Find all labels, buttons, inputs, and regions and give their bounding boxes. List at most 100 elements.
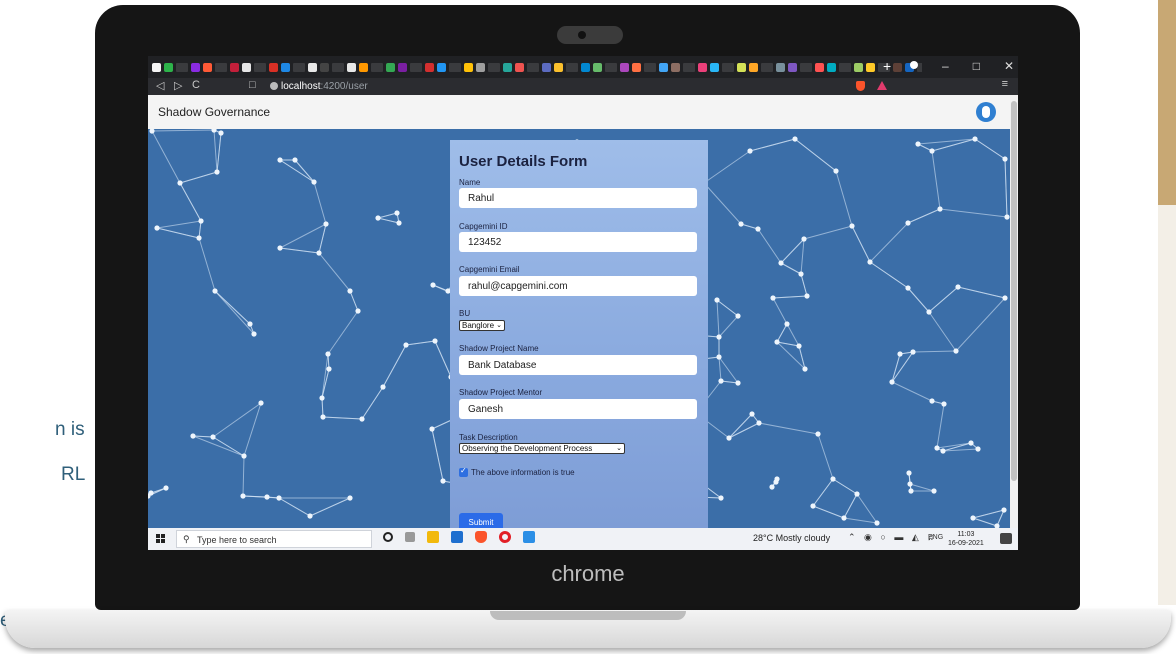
cortana-icon[interactable] bbox=[383, 532, 393, 542]
tab-favicon-icon[interactable] bbox=[866, 62, 875, 72]
tab-title[interactable] bbox=[332, 62, 344, 72]
tab-title[interactable] bbox=[839, 62, 851, 72]
tab-title[interactable] bbox=[722, 62, 734, 72]
tab-favicon-icon[interactable] bbox=[854, 62, 863, 72]
tab-title[interactable] bbox=[800, 62, 812, 72]
tab-favicon-icon[interactable] bbox=[191, 62, 200, 72]
submit-button[interactable]: Submit bbox=[459, 513, 503, 528]
tab-favicon-icon[interactable] bbox=[671, 62, 680, 72]
tab-favicon-icon[interactable] bbox=[230, 62, 239, 72]
vscode-icon[interactable] bbox=[523, 531, 535, 543]
tab-title[interactable] bbox=[176, 62, 188, 72]
tab-favicon-icon[interactable] bbox=[788, 62, 797, 72]
tab-favicon-icon[interactable] bbox=[581, 62, 590, 72]
project-name-input[interactable] bbox=[459, 355, 697, 375]
tab-favicon-icon[interactable] bbox=[308, 62, 317, 72]
taskbar-search-input[interactable]: ⚲ Type here to search bbox=[176, 530, 372, 548]
brave-rewards-icon[interactable] bbox=[877, 81, 887, 90]
site-info-icon[interactable] bbox=[270, 82, 278, 90]
capgemini-id-input[interactable] bbox=[459, 232, 697, 252]
tab-favicon-icon[interactable] bbox=[503, 62, 512, 72]
forward-button[interactable]: ▷ bbox=[174, 79, 182, 92]
new-tab-button[interactable]: + bbox=[883, 58, 891, 74]
confirm-checkbox[interactable]: ✓ bbox=[459, 466, 468, 477]
tab-favicon-icon[interactable] bbox=[542, 62, 551, 72]
close-window-button[interactable]: ✕ bbox=[1004, 59, 1014, 73]
tab-title[interactable] bbox=[527, 62, 539, 72]
system-tray-icons[interactable]: ⌃ ◉ ○ ▬ ◭ ♫ bbox=[848, 532, 937, 543]
tab-title[interactable] bbox=[644, 62, 656, 72]
tab-title[interactable] bbox=[293, 62, 305, 72]
windows-start-icon[interactable] bbox=[156, 534, 166, 544]
tab-title[interactable] bbox=[254, 62, 266, 72]
tab-favicon-icon[interactable] bbox=[776, 62, 785, 72]
tab-favicon-icon[interactable] bbox=[164, 62, 173, 72]
notification-icon[interactable] bbox=[1000, 533, 1012, 544]
maximize-button[interactable]: □ bbox=[973, 59, 980, 73]
network-node bbox=[784, 321, 790, 327]
tab-favicon-icon[interactable] bbox=[515, 62, 524, 72]
tab-favicon-icon[interactable] bbox=[437, 62, 446, 72]
tab-favicon-icon[interactable] bbox=[815, 62, 824, 72]
weather-widget[interactable]: 28°C Mostly cloudy bbox=[753, 533, 830, 543]
tab-title[interactable] bbox=[566, 62, 578, 72]
tab-favicon-icon[interactable] bbox=[152, 62, 161, 72]
mail-icon[interactable] bbox=[451, 531, 463, 543]
tab-favicon-icon[interactable] bbox=[737, 62, 746, 72]
task-description-select[interactable]: Observing the Development Process ⌄ bbox=[459, 443, 625, 454]
tab-favicon-icon[interactable] bbox=[593, 62, 602, 72]
tab-favicon-icon[interactable] bbox=[359, 62, 368, 72]
tab-favicon-icon[interactable] bbox=[632, 62, 641, 72]
tab-favicon-icon[interactable] bbox=[893, 62, 902, 72]
tab-favicon-icon[interactable] bbox=[554, 62, 563, 72]
tab-favicon-icon[interactable] bbox=[347, 62, 356, 72]
tab-favicon-icon[interactable] bbox=[386, 62, 395, 72]
tab-favicon-icon[interactable] bbox=[203, 62, 212, 72]
url-field[interactable]: □ localhost:4200/user bbox=[249, 79, 865, 94]
tab-title[interactable] bbox=[371, 62, 383, 72]
tab-favicon-icon[interactable] bbox=[749, 62, 758, 72]
tab-favicon-icon[interactable] bbox=[827, 62, 836, 72]
tab-favicon-icon[interactable] bbox=[659, 62, 668, 72]
language-indicator[interactable]: ENG bbox=[928, 534, 943, 541]
tab-title[interactable] bbox=[215, 62, 227, 72]
tab-favicon-icon[interactable] bbox=[398, 62, 407, 72]
tab-title[interactable] bbox=[410, 62, 422, 72]
tab-title[interactable] bbox=[449, 62, 461, 72]
task-view-icon[interactable] bbox=[405, 532, 415, 542]
tab-title[interactable] bbox=[605, 62, 617, 72]
tab-favicon-icon[interactable] bbox=[320, 62, 329, 72]
brave-browser-icon[interactable] bbox=[475, 531, 487, 543]
email-input[interactable] bbox=[459, 276, 697, 296]
browser-menu-icon[interactable]: ≡ bbox=[1002, 78, 1008, 90]
network-link bbox=[794, 138, 837, 172]
tab-favicon-icon[interactable] bbox=[242, 62, 251, 72]
bu-select[interactable]: Banglore ⌄ bbox=[459, 320, 505, 331]
clock[interactable]: 11:03 16-09-2021 bbox=[948, 530, 984, 548]
back-button[interactable]: ◁ bbox=[156, 79, 164, 92]
tab-favicon-icon[interactable] bbox=[269, 62, 278, 72]
brave-shield-icon[interactable] bbox=[856, 81, 865, 91]
page-scrollbar[interactable] bbox=[1010, 95, 1018, 528]
opera-icon[interactable] bbox=[499, 531, 511, 543]
tab-title[interactable] bbox=[761, 62, 773, 72]
user-avatar[interactable] bbox=[976, 102, 996, 122]
tab-favicon-icon[interactable] bbox=[464, 62, 473, 72]
file-explorer-icon[interactable] bbox=[427, 531, 439, 543]
reload-button[interactable]: C bbox=[192, 79, 200, 91]
tab-favicon-icon[interactable] bbox=[425, 62, 434, 72]
tab-title[interactable] bbox=[683, 62, 695, 72]
tab-title[interactable] bbox=[488, 62, 500, 72]
bookmark-icon[interactable]: □ bbox=[249, 79, 256, 91]
name-input[interactable] bbox=[459, 188, 697, 208]
tab-favicon-icon[interactable] bbox=[476, 62, 485, 72]
tab-favicon-icon[interactable] bbox=[710, 62, 719, 72]
project-mentor-input[interactable] bbox=[459, 399, 697, 419]
tab-favicon-icon[interactable] bbox=[281, 62, 290, 72]
tab-favicon-icon[interactable] bbox=[698, 62, 707, 72]
tab-favicon-icon[interactable] bbox=[620, 62, 629, 72]
scrollbar-thumb[interactable] bbox=[1011, 101, 1017, 481]
profile-dot-icon[interactable] bbox=[910, 61, 918, 69]
network-link bbox=[156, 227, 200, 239]
minimize-button[interactable]: – bbox=[942, 59, 949, 73]
